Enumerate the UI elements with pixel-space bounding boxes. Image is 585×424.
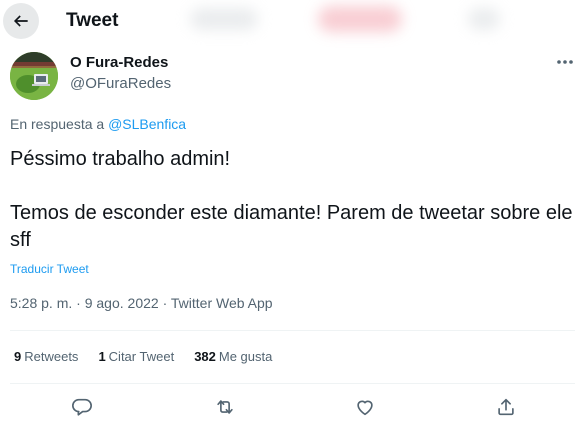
- retweet-button[interactable]: [213, 395, 237, 419]
- tweet-metadata: 5:28 p. m. · 9 ago. 2022 · Twitter Web A…: [10, 295, 273, 311]
- header: Tweet: [0, 0, 585, 44]
- avatar-image: [10, 52, 58, 100]
- page-title: Tweet: [66, 10, 119, 31]
- likes-label: Me gusta: [218, 349, 273, 364]
- quotes-stat[interactable]: 1 Citar Tweet: [98, 349, 174, 364]
- more-horizontal-icon: [557, 60, 573, 64]
- tweet-source: Twitter Web App: [170, 295, 273, 311]
- blurred-header-element: [468, 8, 500, 30]
- share-button[interactable]: [494, 395, 518, 419]
- tweet-time[interactable]: 5:28 p. m.: [10, 295, 72, 311]
- quotes-label: Citar Tweet: [108, 349, 175, 364]
- divider: [10, 330, 575, 331]
- tweet-date[interactable]: 9 ago. 2022: [85, 295, 159, 311]
- more-button[interactable]: [552, 52, 578, 72]
- meta-separator: ·: [158, 295, 171, 311]
- meta-separator: ·: [72, 295, 85, 311]
- quotes-count: 1: [98, 349, 106, 364]
- reply-mention-link[interactable]: @SLBenfica: [108, 116, 186, 132]
- back-button[interactable]: [3, 3, 39, 39]
- avatar[interactable]: [10, 52, 58, 100]
- like-button[interactable]: [353, 395, 377, 419]
- divider: [10, 383, 575, 384]
- blurred-header-element: [190, 8, 258, 30]
- translate-tweet-link[interactable]: Traducir Tweet: [10, 262, 89, 276]
- arrow-left-icon: [13, 15, 28, 27]
- tweet-text-line: Temos de esconder este diamante! Parem d…: [10, 202, 573, 251]
- author-name[interactable]: O Fura-Redes: [70, 54, 168, 71]
- reply-icon: [72, 398, 92, 416]
- retweets-count: 9: [14, 349, 22, 364]
- tweet-text: Péssimo trabalho admin! Temos de esconde…: [10, 146, 575, 254]
- likes-count: 382: [194, 349, 216, 364]
- heart-icon: [357, 400, 373, 416]
- retweet-icon: [217, 400, 233, 414]
- retweets-label: Retweets: [24, 349, 79, 364]
- author-handle[interactable]: @OFuraRedes: [70, 75, 171, 92]
- share-icon: [498, 398, 514, 416]
- retweets-stat[interactable]: 9 Retweets: [14, 349, 78, 364]
- likes-stat[interactable]: 382 Me gusta: [194, 349, 272, 364]
- reply-context: En respuesta a @SLBenfica: [10, 116, 186, 132]
- tweet-text-line: Péssimo trabalho admin!: [10, 148, 231, 170]
- tweet-stats: 9 Retweets 1 Citar Tweet 382 Me gusta: [14, 349, 272, 364]
- reply-button[interactable]: [70, 395, 94, 419]
- reply-prefix: En respuesta a: [10, 116, 109, 132]
- blurred-header-element: [318, 6, 402, 32]
